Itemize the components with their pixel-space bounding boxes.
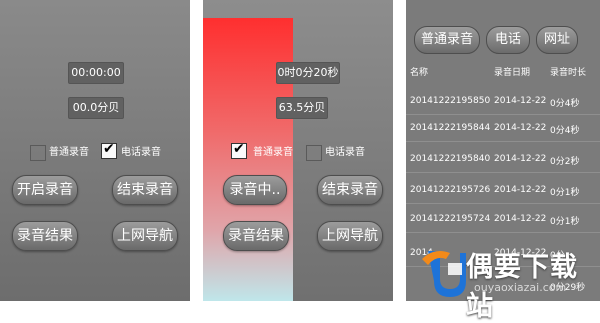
screen-recording: 0时0分20秒 63.5分贝 普通录音 电话录音 录音中.. 结束录音 录音结果… [203, 0, 393, 301]
phone-record-label: 电话录音 [121, 147, 161, 158]
row-date: 2014-12-22 [494, 96, 547, 106]
table-row[interactable]: 20141222195844 2014-12-22 0分4秒 [406, 115, 600, 142]
start-recording-button[interactable]: 开启录音 [12, 175, 78, 205]
row-name: 20141222195844 [410, 123, 491, 133]
watermark-logo-icon [422, 251, 466, 297]
row-duration: 0分1秒 [550, 217, 580, 227]
table-row[interactable]: 20141222195724 2014-12-22 0分1秒 [406, 206, 600, 233]
watermark-url: ouyaoxiazai.com [474, 281, 567, 294]
end-recording-button[interactable]: 结束录音 [112, 175, 178, 205]
row-name: 20141222195850 [410, 96, 491, 106]
row-date: 2014-12-22 [494, 154, 547, 164]
site-watermark: 偶要下载站 ouyaoxiazai.com [418, 243, 598, 322]
recording-results-button[interactable]: 录音结果 [12, 221, 78, 251]
recording-status-button[interactable]: 录音中.. [223, 175, 287, 205]
row-date: 2014-12-22 [494, 185, 547, 195]
table-row[interactable]: 20141222195850 2014-12-22 0分4秒 [406, 88, 600, 115]
row-duration: 0分4秒 [550, 99, 580, 109]
row-duration: 0分4秒 [550, 126, 580, 136]
phone-record-checkbox[interactable] [306, 145, 322, 161]
tab-phone[interactable]: 电话 [486, 26, 530, 54]
row-duration: 0分1秒 [550, 188, 580, 198]
timer-display: 00:00:00 [68, 62, 124, 84]
column-header-date: 录音日期 [494, 68, 531, 78]
row-name: 20141222195726 [410, 185, 491, 195]
normal-record-checkbox[interactable] [231, 141, 247, 159]
row-duration: 0分2秒 [550, 157, 580, 167]
screen-idle: 00:00:00 00.0分贝 普通录音 电话录音 开启录音 结束录音 录音结果… [0, 0, 190, 301]
recording-results-button[interactable]: 录音结果 [223, 221, 289, 251]
web-navigation-button[interactable]: 上网导航 [317, 221, 383, 251]
timer-display: 0时0分20秒 [276, 62, 340, 84]
table-row[interactable]: 20141222195726 2014-12-22 0分1秒 [406, 177, 600, 204]
column-header-name: 名称 [410, 68, 429, 78]
phone-record-label: 电话录音 [325, 147, 365, 158]
normal-record-label: 普通录音 [49, 147, 89, 158]
normal-record-label: 普通录音 [253, 147, 293, 158]
tab-normal-recording[interactable]: 普通录音 [414, 26, 480, 54]
row-name: 20141222195840 [410, 154, 491, 164]
row-date: 2014-12-22 [494, 123, 547, 133]
normal-record-checkbox[interactable] [30, 145, 46, 161]
column-header-duration: 录音时长 [550, 68, 587, 78]
tab-website[interactable]: 网址 [536, 26, 578, 54]
table-row[interactable]: 20141222195840 2014-12-22 0分2秒 [406, 146, 600, 173]
row-name: 20141222195724 [410, 214, 491, 224]
decibel-display: 63.5分贝 [276, 97, 328, 119]
row-date: 2014-12-22 [494, 214, 547, 224]
end-recording-button[interactable]: 结束录音 [317, 175, 383, 205]
decibel-display: 00.0分贝 [68, 97, 124, 119]
web-navigation-button[interactable]: 上网导航 [112, 221, 178, 251]
phone-record-checkbox[interactable] [101, 141, 117, 159]
